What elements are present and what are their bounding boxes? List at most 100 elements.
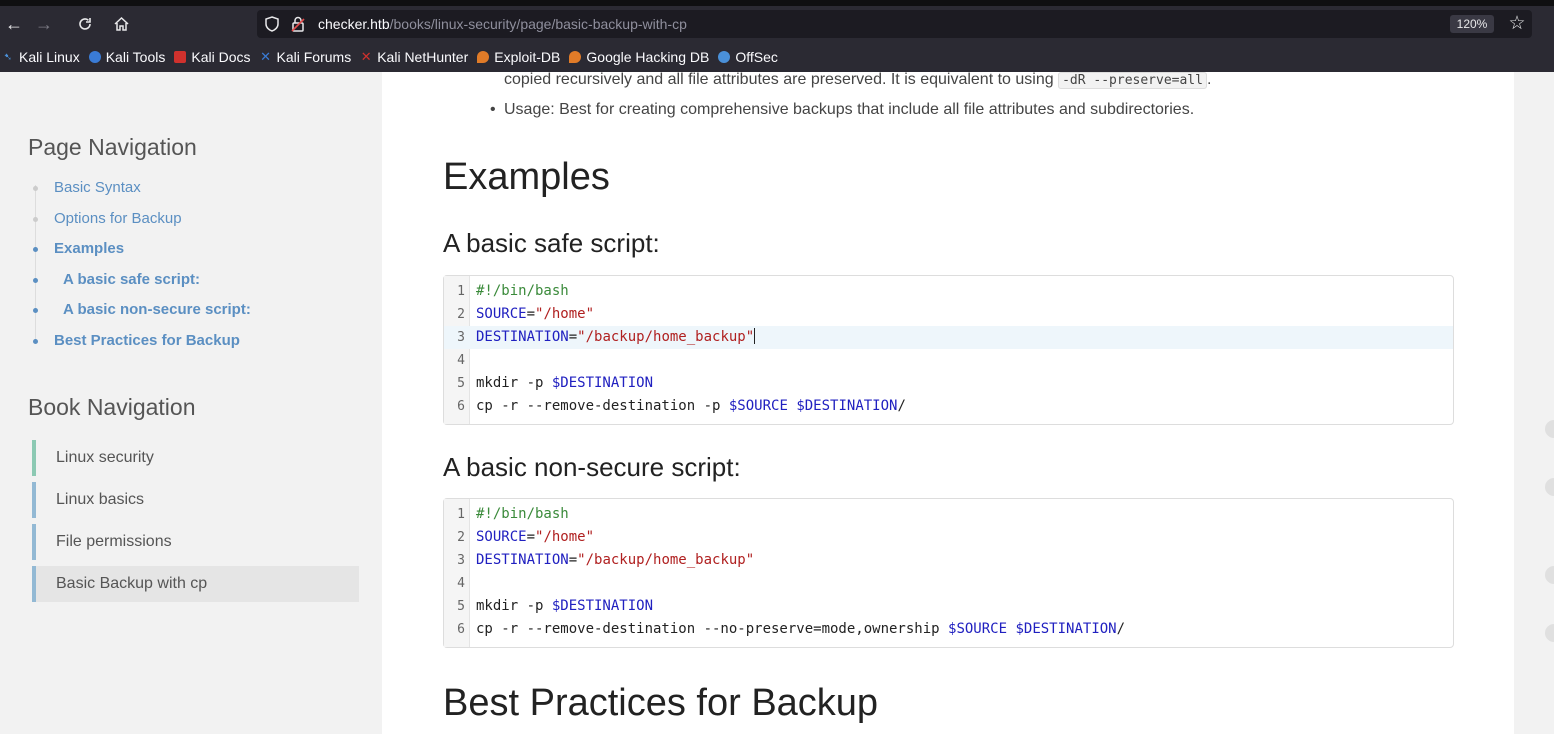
url-host: checker.htb [318, 16, 390, 32]
zoom-level-badge[interactable]: 120% [1450, 15, 1494, 33]
nav-dot [33, 277, 38, 283]
code-string: "/backup/home_backup" [577, 329, 755, 345]
nav-dot [33, 186, 38, 191]
page-nav-label: Examples [54, 240, 125, 257]
action-circle-icon[interactable] [1545, 624, 1554, 642]
book-nav-item-linux-security[interactable]: Linux security [32, 440, 359, 476]
intro-text: copied recursively and all file attribut… [504, 72, 1059, 88]
page-viewport: Page Navigation Basic Syntax Options for… [0, 72, 1554, 734]
bookmark-kali-linux[interactable]: ➷ Kali Linux [0, 49, 80, 65]
action-circle-icon[interactable] [1545, 420, 1554, 438]
bookmark-label: Exploit-DB [494, 49, 561, 65]
line-number: 1 [457, 284, 465, 299]
code-line: 4 [444, 572, 1453, 595]
non-secure-script-heading: A basic non-secure script: [443, 452, 741, 482]
examples-heading: Examples [443, 156, 610, 198]
nav-dot [33, 338, 38, 344]
code-command: mkdir -p [476, 375, 552, 391]
book-nav-item-linux-basics[interactable]: Linux basics [32, 482, 359, 518]
forward-button[interactable]: → [32, 6, 56, 42]
code-string: "/backup/home_backup" [577, 552, 755, 568]
code-variable: $DESTINATION [796, 398, 898, 414]
page-nav-label: Basic Syntax [54, 179, 141, 196]
code-line: 5 mkdir -p $DESTINATION [444, 595, 1453, 618]
url-text[interactable]: checker.htb/books/linux-security/page/ba… [318, 10, 687, 38]
code-line: 5 mkdir -p $DESTINATION [444, 372, 1453, 395]
bookmark-kali-nethunter[interactable]: ✕ Kali NetHunter [360, 49, 469, 65]
home-button[interactable] [108, 6, 134, 42]
bookmark-label: Google Hacking DB [586, 49, 710, 65]
bookmark-label: Kali Docs [191, 49, 251, 65]
nethunter-icon: ✕ [360, 49, 372, 64]
code-equals: = [526, 529, 536, 545]
left-sidebar: Page Navigation Basic Syntax Options for… [0, 72, 382, 734]
code-line-active: 3 DESTINATION="/backup/home_backup" [444, 326, 1453, 349]
usage-bullet: • Usage: Best for creating comprehensive … [490, 99, 1194, 121]
code-variable: DESTINATION [476, 552, 569, 568]
code-command: cp -r --remove-destination --no-preserve… [476, 621, 949, 637]
bookmark-google-hacking-db[interactable]: Google Hacking DB [569, 49, 709, 65]
code-command: mkdir -p [476, 598, 552, 614]
book-nav-item-file-permissions[interactable]: File permissions [32, 524, 359, 560]
url-bar[interactable]: checker.htb/books/linux-security/page/ba… [257, 10, 1532, 38]
line-number: 6 [457, 399, 465, 414]
code-line: 3 DESTINATION="/backup/home_backup" [444, 549, 1453, 572]
page-nav-label: A basic non-secure script: [63, 301, 251, 318]
nav-dot [33, 308, 38, 313]
page-navigation-title: Page Navigation [28, 134, 197, 160]
page-nav-label: A basic safe script: [63, 270, 200, 288]
page-nav-label: Options for Backup [54, 209, 182, 227]
bookmark-offsec[interactable]: OffSec [718, 49, 778, 65]
book-navigation-title: Book Navigation [28, 394, 196, 420]
bookmark-star-button[interactable]: ☆ [1505, 11, 1529, 37]
shield-icon[interactable] [263, 15, 281, 33]
kali-docs-icon [174, 51, 187, 63]
safe-script-code-block[interactable]: 1 #!/bin/bash 2 SOURCE="/home" 3 DESTINATIO… [443, 275, 1454, 425]
code-line: 6 cp -r --remove-destination --no-preserv… [444, 618, 1453, 641]
code-variable: $DESTINATION [551, 598, 654, 614]
bookmark-label: Kali NetHunter [377, 49, 469, 65]
code-command: cp -r --remove-destination -p [476, 398, 729, 414]
url-path: /books/linux-security/page/basic-backup-… [389, 16, 687, 32]
bookmark-label: OffSec [735, 49, 778, 65]
book-nav-item-basic-backup-with-cp[interactable]: Basic Backup with cp [32, 566, 359, 602]
action-circle-icon[interactable] [1545, 566, 1554, 584]
lock-icon[interactable] [290, 15, 306, 33]
back-button[interactable]: ← [2, 6, 26, 42]
book-navigation-list: Linux security Linux basics File permiss… [32, 440, 359, 608]
code-line: 2 SOURCE="/home" [444, 526, 1453, 549]
bookmark-kali-docs[interactable]: Kali Docs [174, 49, 251, 65]
browser-toolbar: ← → checker.htb/books/linux-security/pag… [0, 6, 1554, 42]
code-variable: $DESTINATION [1015, 621, 1117, 637]
line-number: 6 [457, 622, 465, 637]
exploit-db-icon [477, 51, 490, 63]
code-variable: $SOURCE [948, 621, 1008, 637]
code-slash: / [897, 398, 906, 414]
best-practices-heading: Best Practices for Backup [443, 682, 879, 724]
action-circle-icon[interactable] [1545, 478, 1554, 496]
star-icon: ☆ [1508, 13, 1526, 34]
non-secure-script-code-block[interactable]: 1 #!/bin/bash 2 SOURCE="/home" 3 DESTINATIO… [443, 498, 1454, 648]
page-content: copied recursively and all file attribut… [382, 72, 1514, 734]
line-number: 1 [457, 507, 465, 522]
bookmark-kali-tools[interactable]: Kali Tools [88, 49, 165, 65]
code-equals: = [526, 306, 536, 322]
bookmark-kali-forums[interactable]: ✕ Kali Forums [260, 49, 352, 65]
intro-end: . [1206, 72, 1212, 88]
bookmark-exploit-db[interactable]: Exploit-DB [477, 49, 560, 65]
code-line: 1 #!/bin/bash [444, 503, 1453, 526]
code-comment: #!/bin/bash [476, 506, 569, 522]
reload-icon [79, 18, 91, 30]
offsec-icon [718, 51, 731, 63]
nav-dot [33, 216, 38, 222]
code-line: 6 cp -r --remove-destination -p $SOURCE $… [444, 395, 1453, 418]
line-number: 5 [457, 599, 465, 614]
nav-dot [33, 247, 38, 252]
reload-button[interactable] [72, 6, 98, 42]
line-number: 2 [457, 530, 465, 545]
code-slash: / [1116, 621, 1126, 637]
line-number: 4 [457, 576, 465, 591]
right-sidebar-edge [1514, 72, 1554, 734]
code-string: "/home" [535, 529, 595, 545]
bookmark-label: Kali Forums [276, 49, 352, 65]
